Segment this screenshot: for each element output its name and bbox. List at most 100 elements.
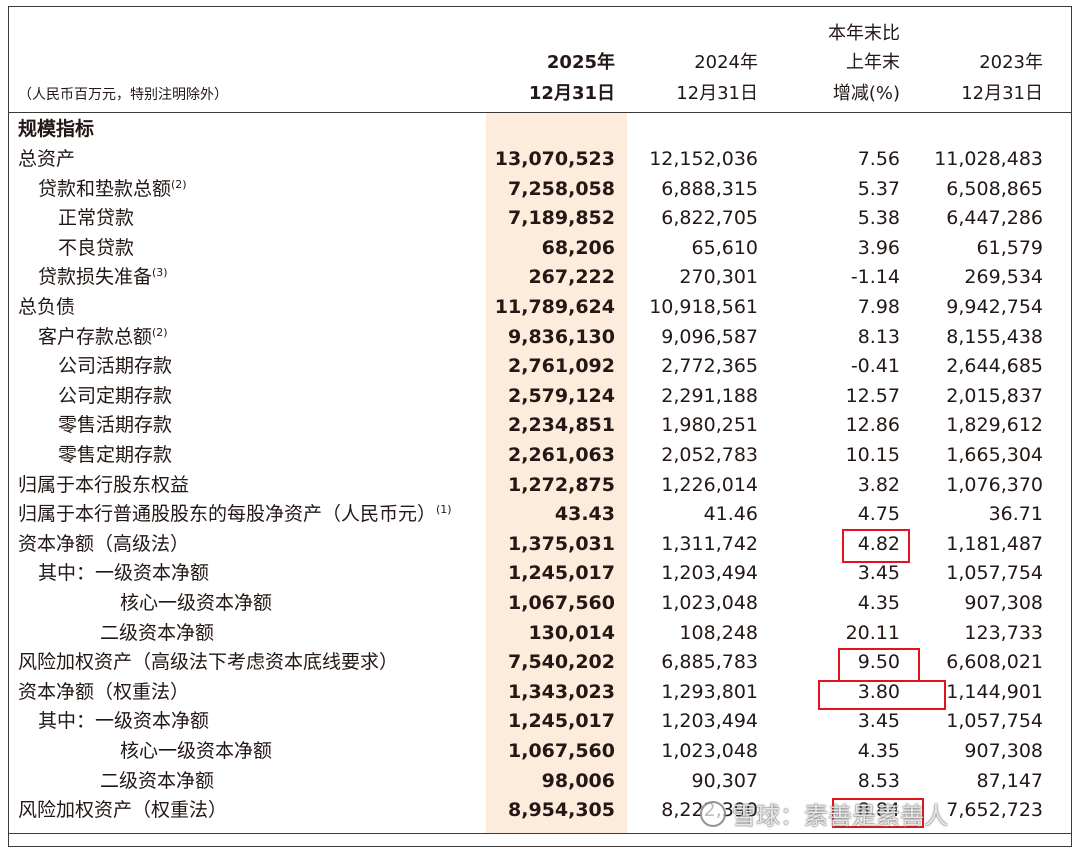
row-label-text: 核心一级资本净额	[120, 592, 273, 614]
value-change-pct: 4.35	[857, 592, 900, 614]
row-label-text: 二级资本净额	[100, 621, 215, 644]
value-change-pct: 7.56	[857, 148, 900, 170]
table-row: 核心一级资本净额 1,067,560 1,023,048 4.35 907,308	[0, 589, 1080, 619]
value-2023: 1,144,901	[946, 680, 1043, 703]
value-2023: 2,644,685	[946, 355, 1043, 378]
row-label: 零售定期存款	[58, 441, 172, 471]
col-2023-header-year: 2023年	[979, 52, 1043, 73]
table-row: 客户存款总额(2) 9,836,130 9,096,587 8.13 8,155,438	[0, 323, 1080, 353]
table-row: 公司活期存款 2,761,092 2,772,365 -0.41 2,644,685	[0, 352, 1080, 382]
col-change-header-line1: 本年末比	[828, 23, 900, 44]
value-2023: 6,608,021	[946, 651, 1043, 674]
value-2025: 2,261,063	[508, 444, 615, 466]
value-2025: 267,222	[528, 266, 615, 289]
value-2025: 1,245,017	[508, 710, 615, 733]
value-2024: 90,307	[691, 769, 758, 792]
value-2024: 270,301	[679, 266, 758, 289]
row-label-text: 客户存款总额	[38, 325, 153, 348]
value-2023: 61,579	[976, 236, 1043, 259]
row-label: 二级资本净额	[100, 619, 214, 649]
value-2023: 269,534	[964, 266, 1043, 289]
value-2025: 43.43	[554, 503, 615, 526]
value-2023: 1,057,754	[946, 710, 1043, 733]
row-label: 资本净额（权重法）	[18, 678, 189, 708]
col-2023-header-date: 12月31日	[961, 83, 1043, 104]
footnote-marker: (1)	[436, 503, 452, 517]
row-label: 归属于本行股东权益	[18, 471, 189, 501]
row-label: 贷款损失准备(3)	[38, 263, 168, 293]
footnote-marker: (3)	[152, 266, 168, 280]
row-label: 其中：一级资本净额	[38, 707, 209, 737]
table-row: 不良贷款 68,206 65,610 3.96 61,579	[0, 234, 1080, 264]
table-row: 二级资本净额 130,014 108,248 20.11 123,733	[0, 619, 1080, 649]
value-2024: 6,822,705	[661, 207, 758, 230]
table-row: 其中：一级资本净额 1,245,017 1,203,494 3.45 1,057,754	[0, 707, 1080, 737]
table-row: 总负债 11,789,624 10,918,561 7.98 9,942,754	[0, 293, 1080, 323]
value-2023: 87,147	[976, 769, 1043, 792]
row-label-text: 公司活期存款	[58, 355, 173, 378]
value-2023: 11,028,483	[934, 148, 1043, 170]
value-change-pct: 5.38	[857, 207, 900, 230]
value-2024: 9,096,587	[661, 325, 758, 348]
value-2024: 1,311,742	[661, 532, 758, 555]
table-row: 贷款损失准备(3) 267,222 270,301 -1.14 269,534	[0, 263, 1080, 293]
value-2023: 6,508,865	[946, 177, 1043, 200]
row-label-text: 其中：一级资本净额	[38, 562, 210, 585]
col-2024-header-year: 2024年	[694, 52, 758, 73]
value-2025: 7,189,852	[508, 207, 615, 230]
value-2023: 36.71	[988, 503, 1043, 526]
value-change-pct: 3.45	[857, 562, 900, 585]
watermark-text: 雪球：素善是素善人	[732, 802, 948, 830]
value-2024: 1,226,014	[661, 473, 758, 496]
value-2023: 7,652,723	[946, 799, 1043, 822]
value-2024: 2,291,188	[661, 384, 758, 407]
row-label: 客户存款总额(2)	[38, 323, 168, 353]
value-2024: 6,885,783	[661, 651, 758, 674]
table-row: 归属于本行普通股股东的每股净资产（人民币元）(1) 43.43 41.46 4.75 3…	[0, 500, 1080, 530]
row-label-text: 核心一级资本净额	[120, 740, 273, 762]
value-2025: 1,343,023	[508, 680, 615, 703]
value-change-pct: 12.57	[845, 384, 900, 407]
footnote-marker: (2)	[171, 177, 187, 191]
value-2023: 2,015,837	[946, 384, 1043, 407]
row-label: 不良贷款	[58, 234, 134, 264]
value-2025: 1,375,031	[508, 532, 615, 555]
col-change-header-line2: 上年末	[846, 52, 900, 73]
row-label-text: 归属于本行股东权益	[18, 473, 190, 496]
row-label: 公司活期存款	[58, 352, 172, 382]
col-2025-header-year: 2025年	[546, 52, 615, 73]
row-label-text: 二级资本净额	[100, 769, 215, 792]
value-2025: 7,540,202	[508, 651, 615, 674]
value-2025: 1,272,875	[508, 473, 615, 496]
row-label-text: 总负债	[18, 296, 76, 318]
row-label: 二级资本净额	[100, 767, 214, 797]
table-row: 核心一级资本净额 1,067,560 1,023,048 4.35 907,308	[0, 737, 1080, 767]
value-2024: 6,888,315	[661, 177, 758, 200]
row-label: 归属于本行普通股股东的每股净资产（人民币元）(1)	[18, 500, 452, 530]
row-label: 其中：一级资本净额	[38, 559, 209, 589]
value-2023: 6,447,286	[946, 207, 1043, 230]
value-2024: 1,980,251	[661, 414, 758, 437]
value-2023: 1,665,304	[946, 444, 1043, 466]
value-change-pct: -0.41	[850, 355, 900, 378]
value-2025: 8,954,305	[508, 799, 615, 822]
value-2024: 41.46	[703, 503, 758, 526]
value-2024: 10,918,561	[649, 296, 758, 318]
value-2023: 8,155,438	[946, 325, 1043, 348]
row-label-text: 资本净额（高级法）	[18, 532, 190, 555]
value-2024: 1,203,494	[661, 562, 758, 585]
value-2025: 68,206	[541, 236, 615, 259]
row-label: 总负债	[18, 293, 75, 323]
value-2024: 1,203,494	[661, 710, 758, 733]
value-2025: 98,006	[541, 769, 615, 792]
row-label: 风险加权资产（权重法）	[18, 796, 227, 826]
col-2025-header-date: 12月31日	[528, 83, 615, 104]
value-change-pct: 20.11	[845, 621, 900, 644]
row-label: 核心一级资本净额	[120, 737, 272, 767]
row-label-text: 公司定期存款	[58, 384, 173, 407]
annotation-box-rwa-advanced	[838, 648, 920, 682]
footnote-marker: (2)	[152, 325, 168, 339]
value-2024: 2,052,783	[661, 444, 758, 466]
value-change-pct: 8.53	[857, 769, 900, 792]
row-label: 贷款和垫款总额(2)	[38, 175, 187, 205]
